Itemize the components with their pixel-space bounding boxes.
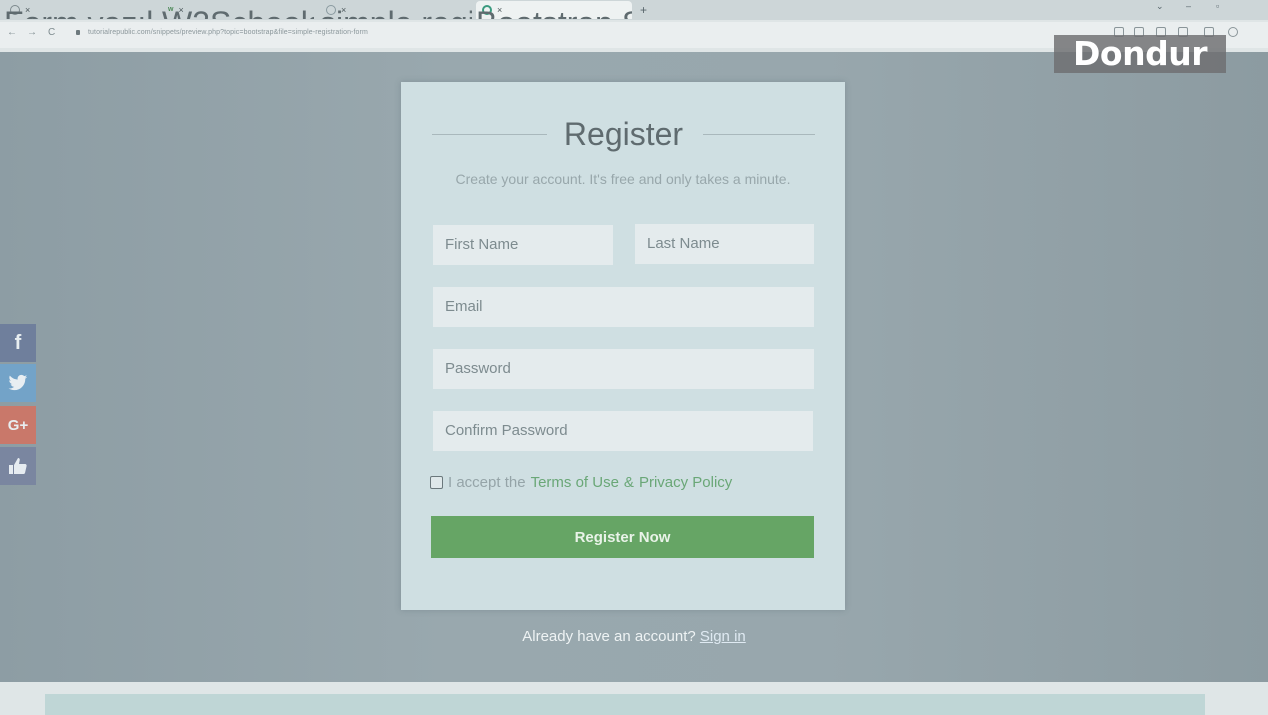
terms-of-use-link[interactable]: Terms of Use bbox=[531, 474, 619, 491]
signin-prompt: Already have an account? Sign in bbox=[0, 628, 1268, 645]
tab-title: Form yazılı ekranı bbox=[4, 1, 156, 19]
maximize-icon[interactable]: ▫ bbox=[1216, 0, 1219, 12]
google-plus-icon: G+ bbox=[7, 416, 29, 434]
google-plus-share-button[interactable]: G+ bbox=[0, 406, 36, 444]
password-input[interactable] bbox=[433, 349, 814, 389]
terms-checkbox[interactable] bbox=[430, 476, 443, 489]
watermark-label: Dondur bbox=[1054, 35, 1226, 73]
tab-title: W3Schools Tryit Editor bbox=[162, 1, 314, 19]
tab-title: simple registration form - Goog bbox=[320, 1, 472, 19]
terms-prefix: I accept the bbox=[448, 474, 526, 491]
form-subtitle: Create your account. It's free and only … bbox=[455, 171, 791, 187]
profile-icon[interactable] bbox=[1228, 27, 1238, 37]
minimize-icon[interactable]: – bbox=[1186, 0, 1191, 12]
twitter-share-button[interactable] bbox=[0, 364, 36, 402]
confirm-password-input[interactable] bbox=[433, 411, 813, 451]
tab-strip: Form yazılı ekranı × w W3Schools Tryit E… bbox=[0, 0, 1268, 20]
privacy-policy-link[interactable]: Privacy Policy bbox=[639, 474, 732, 491]
email-input[interactable] bbox=[433, 287, 814, 327]
facebook-share-button[interactable]: f bbox=[0, 324, 36, 362]
register-button[interactable]: Register Now bbox=[431, 516, 814, 558]
lock-icon bbox=[76, 30, 80, 35]
twitter-icon bbox=[8, 374, 28, 391]
thumbs-up-icon bbox=[9, 458, 27, 474]
sign-in-link[interactable]: Sign in bbox=[700, 628, 746, 645]
bottom-section bbox=[0, 682, 1268, 715]
facebook-icon: f bbox=[14, 331, 22, 354]
last-name-input[interactable] bbox=[635, 224, 814, 264]
reload-button[interactable]: C bbox=[48, 27, 55, 38]
like-button[interactable] bbox=[0, 447, 36, 485]
bottom-banner bbox=[45, 694, 1205, 715]
terms-row: I accept the Terms of Use & Privacy Poli… bbox=[430, 474, 732, 491]
tab-search-icon[interactable]: ⌄ bbox=[1156, 0, 1164, 12]
registration-form: Register Create your account. It's free … bbox=[401, 82, 845, 610]
terms-ampersand: & bbox=[623, 474, 634, 491]
url-bar[interactable]: tutorialrepublic.com/snippets/preview.ph… bbox=[88, 29, 368, 36]
signin-text: Already have an account? bbox=[522, 628, 696, 645]
new-tab-button[interactable]: + bbox=[640, 1, 647, 19]
divider bbox=[703, 134, 815, 135]
first-name-input[interactable] bbox=[433, 225, 613, 265]
browser-tab-3[interactable]: simple registration form - Goog × bbox=[320, 1, 472, 19]
back-button[interactable]: ← bbox=[7, 27, 17, 38]
browser-tab-4[interactable]: Bootstrap Simple Registration F × bbox=[476, 1, 632, 19]
tab-title: Bootstrap Simple Registration F bbox=[476, 1, 632, 19]
form-header: Register bbox=[432, 112, 815, 156]
browser-tab-1[interactable]: Form yazılı ekranı × bbox=[4, 1, 156, 19]
browser-tab-2[interactable]: w W3Schools Tryit Editor × bbox=[162, 1, 314, 19]
forward-button[interactable]: → bbox=[27, 27, 37, 38]
